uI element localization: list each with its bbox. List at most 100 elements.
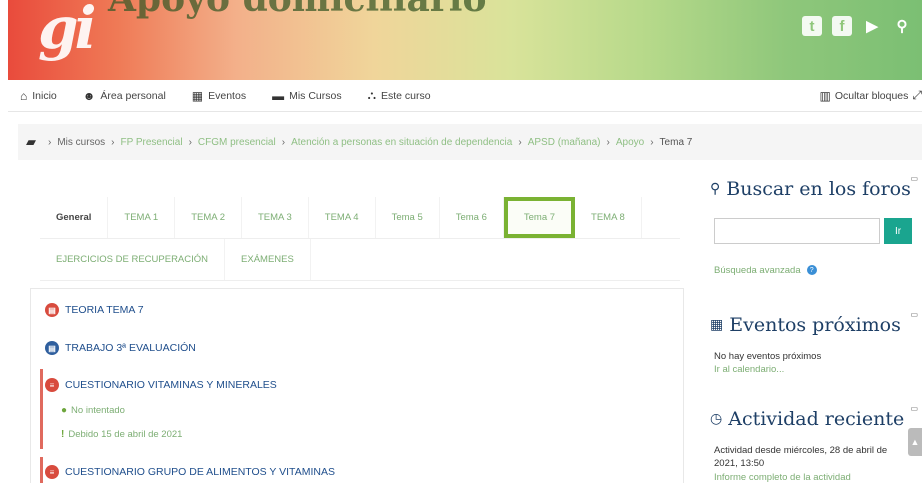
breadcrumb-separator: › (188, 136, 192, 148)
tab-tema-8[interactable]: TEMA 8 (575, 197, 642, 238)
warning-icon: ! (61, 429, 65, 440)
block-title: ⚲ Buscar en los foros (710, 178, 918, 200)
tab-tema-3[interactable]: TEMA 3 (241, 197, 309, 238)
search-forums-block: ▭ ⚲ Buscar en los foros Ir Búsqueda avan… (710, 174, 918, 288)
activity-status: ● No intentado (61, 405, 125, 416)
breadcrumb: ▰ › Mis cursos › FP Presencial › CFGM pr… (18, 124, 922, 160)
section-tabs: General TEMA 1 TEMA 2 TEMA 3 TEMA 4 Tema… (40, 197, 680, 281)
breadcrumb-separator: › (281, 136, 286, 148)
nav-label: Área personal (100, 89, 166, 102)
dashboard-icon: ☻ (82, 88, 96, 103)
activity-item[interactable]: ▤ TEORIA TEMA 7 (45, 303, 144, 317)
no-events-text: No hay eventos próximos (714, 351, 822, 362)
activity-item[interactable]: ≡ CUESTIONARIO GRUPO DE ALIMENTOS Y VITA… (45, 465, 335, 479)
activity-item[interactable]: ▤ TRABAJO 3ª EVALUACIÓN (45, 341, 196, 355)
scroll-to-top-button[interactable]: ▲ (908, 428, 922, 456)
section-content: ▤ TEORIA TEMA 7 ▤ TRABAJO 3ª EVALUACIÓN … (30, 288, 684, 483)
nav-inicio[interactable]: ⌂ Inicio (20, 89, 57, 103)
tab-tema-4[interactable]: TEMA 4 (308, 197, 376, 238)
restriction-bar (40, 369, 43, 449)
tab-row: EJERCICIOS DE RECUPERACIÓN EXÁMENES (40, 239, 680, 281)
site-logo[interactable]: gi (38, 0, 97, 62)
breadcrumb-separator: › (650, 136, 654, 148)
advanced-search: Búsqueda avanzada ? (714, 264, 817, 276)
folder-icon: ▰ (26, 134, 36, 149)
twitter-icon[interactable]: t (802, 16, 822, 36)
breadcrumb-item[interactable]: FP Presencial (120, 137, 182, 148)
breadcrumb-separator: › (111, 136, 115, 148)
block-title-text: Eventos próximos (729, 314, 901, 336)
nav-area-personal[interactable]: ☻ Área personal (83, 89, 166, 103)
columns-icon: ▥ (819, 88, 831, 103)
calendar-link[interactable]: Ir al calendario... (714, 364, 784, 375)
tab-tema-1[interactable]: TEMA 1 (108, 197, 176, 238)
expand-icon: ⤢ (912, 88, 922, 102)
nav-este-curso[interactable]: ⛬ Este curso (368, 88, 431, 103)
hide-blocks-label: Ocultar bloques (834, 89, 909, 102)
youtube-icon[interactable]: ▶ (862, 16, 882, 36)
calendar-icon: ▦ (191, 88, 204, 103)
tab-tema-6[interactable]: Tema 6 (439, 197, 504, 238)
upcoming-events-block: ▭ ▦ Eventos próximos No hay eventos próx… (710, 310, 918, 384)
due-text: Debido 15 de abril de 2021 (68, 429, 183, 440)
clock-icon: ◷ (710, 411, 723, 427)
home-icon: ⌂ (20, 88, 28, 103)
site-banner: Apoyo domiciliario gi t f ▶ ⚲ (8, 0, 922, 80)
tab-tema-5[interactable]: Tema 5 (375, 197, 440, 238)
nav-eventos[interactable]: ▦ Eventos (192, 89, 246, 103)
recent-since-text: Actividad desde miércoles, 28 de abril d… (714, 445, 888, 469)
recent-activity-block: ▭ ◷ Actividad reciente Actividad desde m… (710, 404, 918, 483)
tab-row: General TEMA 1 TEMA 2 TEMA 3 TEMA 4 Tema… (40, 197, 680, 239)
info-icon: ● (61, 405, 68, 416)
calendar-icon: ▦ (710, 317, 724, 333)
block-collapse-icon[interactable]: ▭ (910, 310, 918, 319)
search-go-button[interactable]: Ir (884, 218, 912, 244)
courses-icon: ▬ (272, 88, 285, 103)
quiz-icon: ≡ (45, 465, 59, 479)
banner-title: Apoyo domiciliario (108, 0, 486, 20)
block-collapse-icon[interactable]: ▭ (910, 174, 918, 183)
nav-label: Inicio (32, 89, 57, 102)
breadcrumb-separator: › (606, 136, 610, 148)
tab-tema-2[interactable]: TEMA 2 (175, 197, 242, 238)
restriction-bar (40, 457, 43, 483)
facebook-icon[interactable]: f (832, 16, 852, 36)
activity-item[interactable]: ≡ CUESTIONARIO VITAMINAS Y MINERALES (45, 378, 277, 392)
block-title: ▦ Eventos próximos (710, 314, 918, 336)
full-report-link[interactable]: Informe completo de la actividad (714, 472, 851, 483)
hide-blocks-button[interactable]: ▥ Ocultar bloques ⤢ (820, 88, 922, 103)
tab-general[interactable]: General (40, 197, 109, 238)
tab-tema-7[interactable]: Tema 7 (503, 197, 576, 238)
search-icon[interactable]: ⚲ (892, 16, 912, 36)
tab-examenes[interactable]: EXÁMENES (225, 239, 311, 280)
breadcrumb-item[interactable]: CFGM presencial (198, 137, 276, 148)
activity-link[interactable]: CUESTIONARIO VITAMINAS Y MINERALES (65, 379, 277, 391)
breadcrumb-item[interactable]: Atención a personas en situación de depe… (291, 137, 512, 148)
activity-due: ! Debido 15 de abril de 2021 (61, 429, 182, 440)
block-title-text: Actividad reciente (728, 408, 905, 430)
help-icon[interactable]: ? (806, 265, 817, 276)
nav-label: Mis Cursos (289, 89, 342, 102)
block-collapse-icon[interactable]: ▭ (910, 404, 918, 413)
sitemap-icon: ⛬ (367, 88, 376, 102)
nav-label: Este curso (381, 89, 431, 102)
quiz-icon: ≡ (45, 378, 59, 392)
assignment-icon: ▤ (45, 341, 59, 355)
breadcrumb-item[interactable]: Mis cursos (57, 137, 105, 148)
nav-label: Eventos (208, 89, 247, 102)
tab-ejercicios-recuperacion[interactable]: EJERCICIOS DE RECUPERACIÓN (40, 239, 226, 280)
social-links: t f ▶ ⚲ (802, 16, 912, 36)
block-title-text: Buscar en los foros (726, 178, 911, 200)
forum-search-input[interactable] (714, 218, 880, 244)
nav-mis-cursos[interactable]: ▬ Mis Cursos (272, 89, 342, 103)
activity-link[interactable]: CUESTIONARIO GRUPO DE ALIMENTOS Y VITAMI… (65, 466, 335, 478)
breadcrumb-separator: › (518, 136, 522, 148)
breadcrumb-current: Tema 7 (659, 136, 693, 148)
breadcrumb-separator: › (48, 136, 52, 148)
breadcrumb-item[interactable]: Apoyo (616, 137, 644, 148)
search-icon: ⚲ (710, 181, 721, 197)
activity-link[interactable]: TRABAJO 3ª EVALUACIÓN (65, 342, 196, 354)
breadcrumb-item[interactable]: APSD (mañana) (528, 137, 601, 148)
activity-link[interactable]: TEORIA TEMA 7 (65, 304, 144, 316)
advanced-search-link[interactable]: Búsqueda avanzada (714, 265, 801, 276)
